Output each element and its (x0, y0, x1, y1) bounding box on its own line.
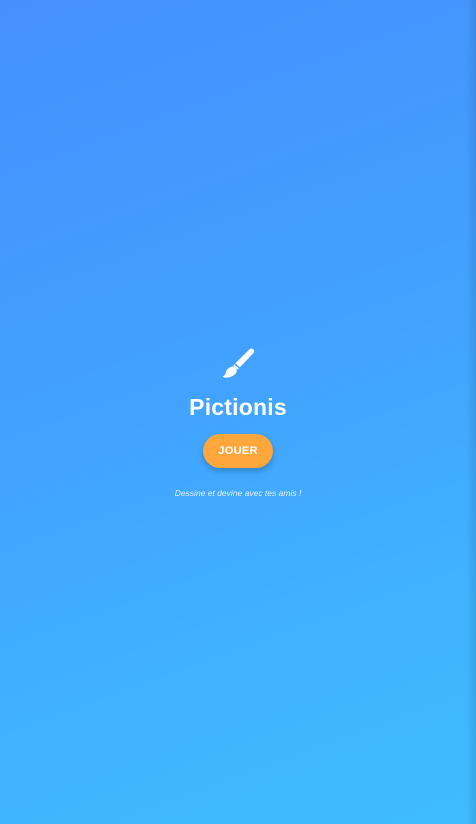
play-button[interactable]: JOUER (203, 434, 273, 468)
paintbrush-icon (219, 346, 257, 384)
home-content: Pictionis JOUER Dessine et devine avec t… (0, 346, 476, 499)
app-title: Pictionis (189, 394, 287, 420)
tagline: Dessine et devine avec tes amis ! (174, 488, 302, 498)
home-screen: Pictionis JOUER Dessine et devine avec t… (0, 0, 476, 824)
